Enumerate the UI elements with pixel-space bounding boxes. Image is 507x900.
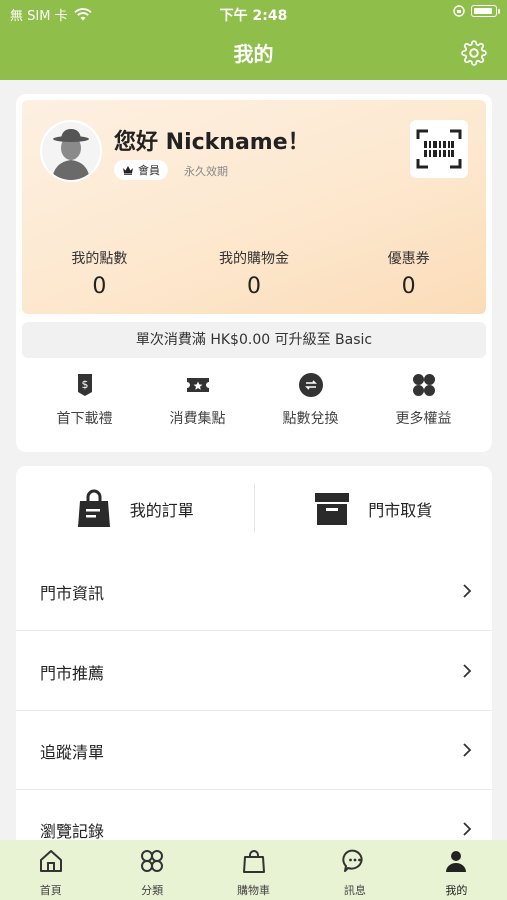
barcode-scan-icon: [416, 129, 462, 169]
member-hero: 您好 Nickname！ 會員 永久效期 我的點數 0 我的購物金 0 優惠券 …: [22, 100, 486, 314]
benefit-more[interactable]: 更多權益: [374, 372, 474, 428]
chevron-right-icon: [463, 743, 472, 757]
quick-actions: 我的訂單 門市取貨: [16, 466, 492, 552]
tab-label: 分類: [141, 884, 164, 897]
member-level-badge[interactable]: 會員: [114, 160, 168, 180]
stat-coupons[interactable]: 優惠券 0: [331, 248, 486, 299]
stat-value: 0: [92, 274, 107, 299]
tab-category[interactable]: 分類: [101, 840, 202, 900]
menu-item-label: 門市推薦: [40, 664, 105, 683]
stat-label: 我的購物金: [219, 251, 289, 267]
stat-shopping-credit[interactable]: 我的購物金 0: [177, 248, 332, 299]
settings-gear-icon[interactable]: [461, 40, 487, 66]
bottom-tab-bar: 首頁 分類 購物車 訊息 我的: [0, 840, 507, 900]
tab-cart[interactable]: 購物車: [203, 840, 304, 900]
tab-messages[interactable]: 訊息: [304, 840, 405, 900]
validity-text: 永久效期: [184, 165, 228, 178]
tab-label: 首頁: [39, 884, 62, 897]
chat-icon: [342, 849, 363, 872]
menu-item-browse-history[interactable]: 瀏覽記錄: [16, 790, 492, 846]
dollar-tag-icon: $: [77, 374, 92, 396]
benefit-label: 點數兌換: [282, 411, 339, 427]
stat-label: 優惠券: [387, 251, 430, 267]
menu-item-store-recommend[interactable]: 門市推薦: [16, 632, 492, 711]
stat-value: 0: [401, 274, 416, 299]
person-icon: [446, 851, 467, 872]
tab-label: 購物車: [237, 884, 271, 897]
benefits-row: $ 首下載禮 消費集點 點數兌換 更多權益: [16, 372, 492, 428]
my-orders-button[interactable]: 我的訂單: [16, 466, 254, 552]
benefit-label: 更多權益: [395, 411, 452, 427]
benefit-download-gift[interactable]: $ 首下載禮: [35, 372, 135, 428]
tab-profile[interactable]: 我的: [406, 840, 507, 900]
battery-icon: [471, 5, 500, 17]
category-icon: [141, 850, 164, 872]
menu-item-label: 瀏覽記錄: [40, 822, 105, 841]
benefit-collect-points[interactable]: 消費集點: [148, 372, 248, 428]
benefit-label: 消費集點: [169, 411, 226, 427]
greeting-text: 您好 Nickname！: [114, 130, 310, 155]
exchange-icon: [298, 373, 323, 397]
crown-icon: [123, 166, 133, 175]
rotation-lock-icon: [453, 5, 465, 17]
top-bar: 無 SIM 卡 下午 2:48 我的: [0, 0, 507, 80]
quick-action-label: 我的訂單: [129, 501, 194, 520]
chevron-right-icon: [463, 664, 472, 678]
menu-item-label: 門市資訊: [40, 584, 105, 603]
stat-value: 0: [247, 274, 261, 299]
box-icon: [315, 493, 350, 525]
tab-label: 訊息: [343, 884, 366, 897]
stat-points[interactable]: 我的點數 0: [22, 248, 177, 299]
home-icon: [39, 850, 62, 872]
store-pickup-button[interactable]: 門市取貨: [255, 466, 493, 552]
upgrade-banner: 單次消費滿 HK$0.00 可升級至 Basic: [22, 322, 486, 358]
quick-action-label: 門市取貨: [368, 501, 433, 520]
avatar[interactable]: [40, 120, 102, 182]
barcode-button[interactable]: [410, 120, 468, 178]
member-card: 您好 Nickname！ 會員 永久效期 我的點數 0 我的購物金 0 優惠券 …: [16, 94, 492, 452]
menu-item-watchlist[interactable]: 追蹤清單: [16, 711, 492, 790]
grid-dots-icon: [412, 374, 435, 396]
cart-bag-icon: [242, 850, 265, 873]
member-level-text: 會員: [138, 164, 160, 177]
tab-home[interactable]: 首頁: [0, 840, 101, 900]
page-title: 我的: [233, 42, 274, 66]
status-bar: 無 SIM 卡 下午 2:48: [0, 0, 507, 26]
svg-text:$: $: [81, 378, 88, 391]
benefit-points-exchange[interactable]: 點數兌換: [261, 372, 361, 428]
status-right: [453, 5, 500, 17]
account-menu-card: 我的訂單 門市取貨 門市資訊 門市推薦 追蹤清單 瀏覽記錄: [16, 466, 492, 846]
shopping-bag-icon: [77, 489, 110, 527]
chevron-right-icon: [463, 584, 472, 598]
menu-item-store-info[interactable]: 門市資訊: [16, 552, 492, 631]
stat-label: 我的點數: [71, 251, 128, 267]
menu-item-label: 追蹤清單: [40, 743, 105, 762]
chevron-right-icon: [463, 822, 472, 836]
tab-label: 我的: [445, 884, 468, 897]
benefit-label: 首下載禮: [56, 411, 113, 427]
stats-row: 我的點數 0 我的購物金 0 優惠券 0: [22, 248, 486, 299]
ticket-star-icon: [186, 378, 209, 392]
status-time: 下午 2:48: [219, 8, 288, 24]
avatar-silhouette-icon: [42, 122, 100, 180]
